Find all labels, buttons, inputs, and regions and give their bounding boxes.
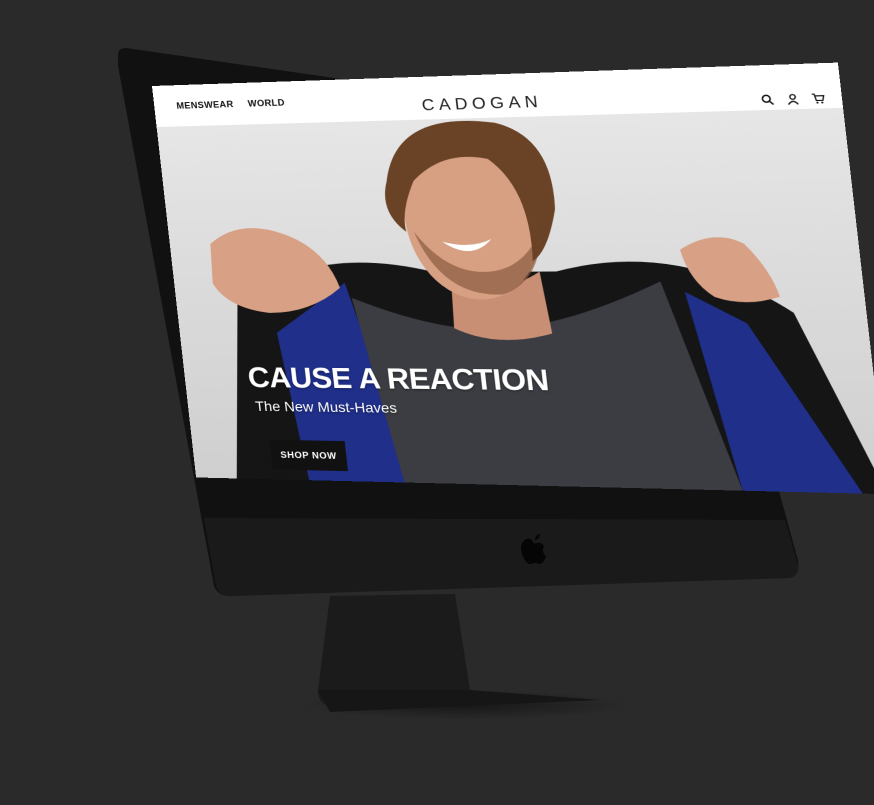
hero-subheadline: The New Must-Haves xyxy=(254,398,397,416)
hero-photo xyxy=(157,108,874,494)
left-hand xyxy=(207,227,343,313)
hero-headline: CAUSE A REACTION xyxy=(246,362,550,398)
shop-now-button[interactable]: SHOP NOW xyxy=(269,440,348,471)
utility-nav xyxy=(760,88,825,102)
cart-icon[interactable] xyxy=(810,88,825,100)
stand-neck xyxy=(318,594,471,706)
account-icon[interactable] xyxy=(785,89,800,101)
search-icon[interactable] xyxy=(760,89,774,101)
monitor-chin xyxy=(204,518,798,596)
hero-banner: CAUSE A REACTION The New Must-Haves SHOP… xyxy=(157,108,874,494)
desktop-mockup-scene: MENSWEAR WORLD CADOGAN CAUSE A REACTION … xyxy=(0,0,874,805)
stand-base xyxy=(318,690,600,712)
website-screen: MENSWEAR WORLD CADOGAN CAUSE A REACTION … xyxy=(152,63,874,495)
